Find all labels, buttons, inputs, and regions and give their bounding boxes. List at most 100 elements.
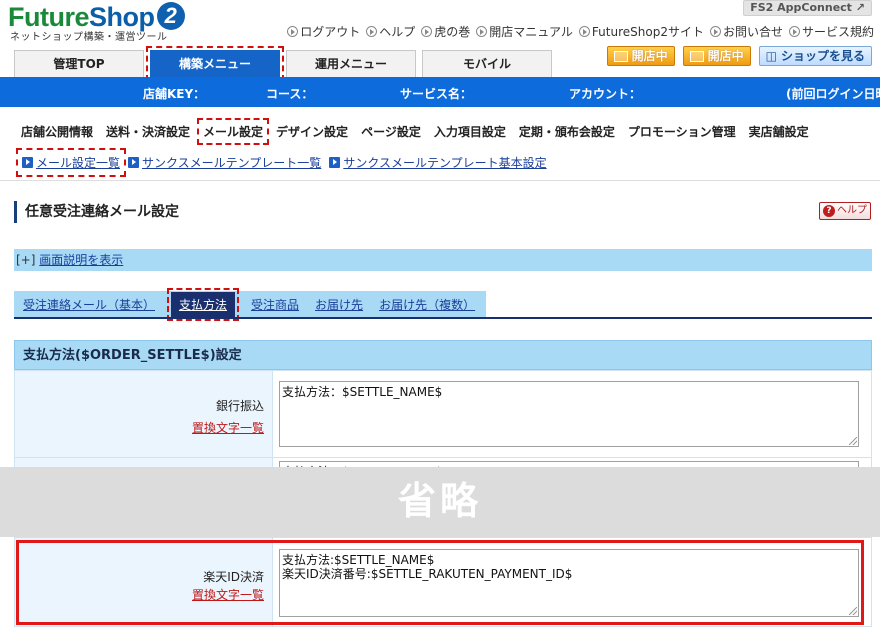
panel-header: 支払方法($ORDER_SETTLE$)設定	[14, 340, 872, 370]
toplink-label: お問い合せ	[722, 24, 783, 39]
logo-number: 2	[156, 2, 185, 30]
toplink-label: ログアウト	[300, 24, 361, 39]
settle-template-textarea[interactable]: 支払方法:$SETTLE_NAME$ 楽天ID決済番号:$SETTLE_RAKU…	[279, 549, 859, 617]
toplink-label: 虎の巻	[434, 24, 471, 39]
subnav-input-fields[interactable]: 入力項目設定	[433, 123, 507, 140]
toplink-label: FutureShop2サイト	[591, 24, 704, 39]
toplink-label: 開店マニュアル	[489, 24, 573, 39]
sublink-mail-list[interactable]: メール設定一覧	[15, 148, 127, 177]
toplink-label: サービス規約	[801, 24, 874, 39]
toplink-manual[interactable]: 開店マニュアル	[476, 23, 573, 39]
toplink-logout[interactable]: ログアウト	[287, 23, 360, 39]
status-buttons: 開店中 開店中 ◫ ショップを見る	[606, 46, 872, 66]
sublink-label: サンクスメールテンプレート一覧	[142, 156, 322, 170]
tab-payment-method[interactable]: 支払方法	[167, 287, 240, 321]
app-header: FutureShop 2 ネットショップ構築・運営ツール FS2 AppConne…	[0, 0, 880, 81]
replacement-list-link[interactable]: 置換文字一覧	[15, 586, 264, 603]
toplink-terms[interactable]: サービス規約	[788, 23, 874, 39]
toplink-site[interactable]: FutureShop2サイト	[578, 23, 704, 39]
sublink-label: メール設定一覧	[36, 156, 121, 170]
logo-text-future: Future	[8, 2, 90, 32]
subnav-real-store[interactable]: 実店舗設定	[748, 123, 810, 140]
omitted-overlay: 省略	[0, 467, 880, 537]
tab-mobile[interactable]: モバイル	[422, 50, 552, 77]
explain-bar: [+] 画面説明を表示	[14, 249, 872, 271]
subnav-promotion[interactable]: プロモーション管理	[627, 123, 737, 140]
show-explanation-link[interactable]: 画面説明を表示	[39, 253, 123, 267]
tabs-underline	[14, 317, 872, 319]
arrow-circle-icon	[421, 25, 433, 37]
subnav-page[interactable]: ページ設定	[360, 123, 422, 140]
tab-admin-top[interactable]: 管理TOP	[14, 50, 144, 77]
arrow-square-icon	[128, 157, 140, 168]
resize-grip-icon[interactable]	[849, 437, 857, 445]
futureshop-logo[interactable]: FutureShop 2 ネットショップ構築・運営ツール	[8, 2, 213, 46]
toplink-tora[interactable]: 虎の巻	[421, 23, 470, 39]
course-label: コース：	[266, 87, 314, 101]
shop-info-bar: 店舗KEY： コース： サービス名： アカウント： (前回ログイン日時	[0, 77, 880, 107]
appconnect-label: FS2 AppConnect	[750, 1, 852, 14]
open-status-pc-button[interactable]: 開店中	[606, 46, 675, 66]
subnav-subscription[interactable]: 定期・頒布会設定	[518, 123, 616, 140]
subnav-design[interactable]: デザイン設定	[275, 123, 349, 140]
toplink-contact[interactable]: お問い合せ	[709, 23, 783, 39]
settle-name: 楽天ID決済	[203, 570, 264, 584]
expand-marker: [+]	[16, 253, 36, 267]
resize-grip-icon[interactable]	[849, 607, 857, 615]
category-menu: 店舗公開情報 送料・決済設定 メール設定 デザイン設定 ページ設定 入力項目設定…	[20, 118, 810, 145]
open-status-mobile-button[interactable]: 開店中	[682, 46, 751, 66]
tab-build-menu[interactable]: 構築メニュー	[146, 46, 284, 81]
arrow-circle-icon	[366, 25, 378, 37]
help-label: ヘルプ	[837, 205, 867, 216]
row-label: 楽天ID決済 置換文字一覧	[15, 538, 273, 626]
arrow-circle-icon	[709, 25, 721, 37]
pc-icon	[613, 50, 628, 62]
view-shop-button[interactable]: ◫ ショップを見る	[758, 46, 872, 66]
settle-template-textarea[interactable]: 支払方法：$SETTLE_NAME$	[279, 381, 859, 447]
replacement-list-link[interactable]: 置換文字一覧	[15, 419, 264, 436]
arrow-circle-icon	[788, 25, 800, 37]
toplink-label: ヘルプ	[379, 24, 416, 39]
subnav-shipping-payment[interactable]: 送料・決済設定	[105, 123, 191, 140]
tab-order-items[interactable]: 受注商品	[251, 296, 299, 313]
sublink-thanks-template-list[interactable]: サンクスメールテンプレート一覧	[128, 154, 321, 171]
sublink-label: サンクスメールテンプレート基本設定	[343, 156, 547, 170]
subnav-mail-settings[interactable]: メール設定	[197, 118, 270, 145]
question-icon: ?	[823, 205, 835, 217]
tab-order-mail-basic[interactable]: 受注連絡メール（基本）	[23, 296, 155, 313]
settle-name: 銀行振込	[215, 399, 264, 413]
arrow-square-icon	[22, 157, 33, 168]
arrow-square-icon	[329, 157, 341, 168]
arrow-circle-icon	[578, 25, 590, 37]
help-button[interactable]: ? ヘルプ	[819, 202, 871, 220]
logo-subtitle: ネットショップ構築・運営ツール	[10, 32, 168, 43]
sublink-thanks-template-basic[interactable]: サンクスメールテンプレート基本設定	[329, 154, 547, 171]
main-tabs: 管理TOP 構築メニュー 運用メニュー モバイル	[14, 46, 552, 81]
account-label: アカウント：	[569, 87, 642, 101]
logo-text-shop: Shop	[89, 2, 155, 32]
row-label: 銀行振込 置換文字一覧	[15, 371, 273, 465]
mail-submenu: メール設定一覧 サンクスメールテンプレート一覧 サンクスメールテンプレート基本設…	[15, 148, 547, 177]
service-name-label: サービス名：	[400, 87, 473, 101]
appconnect-link[interactable]: FS2 AppConnect ↗	[743, 0, 872, 16]
monitor-icon: ◫	[765, 49, 777, 63]
settle-row-rakuten: 楽天ID決済 置換文字一覧 支払方法:$SETTLE_NAME$ 楽天ID決済番…	[14, 537, 872, 627]
view-shop-label: ショップを見る	[780, 49, 865, 63]
subnav-shop-info[interactable]: 店舗公開情報	[20, 123, 94, 140]
tab-delivery[interactable]: お届け先	[315, 296, 363, 313]
status-label: 開店中	[631, 49, 668, 63]
tab-delivery-multiple[interactable]: お届け先（複数）	[379, 296, 475, 313]
mail-section-tabs: 受注連絡メール（基本） 支払方法 受注商品 お届け先 お届け先（複数）	[14, 287, 486, 321]
settle-row-bank: 銀行振込 置換文字一覧 支払方法：$SETTLE_NAME$	[14, 370, 872, 466]
sub-navigation: 店舗公開情報 送料・決済設定 メール設定 デザイン設定 ページ設定 入力項目設定…	[0, 107, 880, 181]
last-login-label: (前回ログイン日時	[786, 87, 880, 101]
top-links: ログアウト ヘルプ 虎の巻 開店マニュアル FutureShop2サイト お問い…	[287, 23, 874, 39]
mobile-icon	[689, 50, 704, 62]
tab-operation-menu[interactable]: 運用メニュー	[286, 50, 416, 77]
arrow-circle-icon	[476, 25, 488, 37]
shop-key-label: 店舗KEY：	[143, 87, 206, 101]
page-title: 任意受注連絡メール設定	[14, 201, 179, 223]
external-link-icon: ↗	[855, 1, 865, 14]
toplink-help[interactable]: ヘルプ	[366, 23, 415, 39]
status-label: 開店中	[707, 49, 744, 63]
